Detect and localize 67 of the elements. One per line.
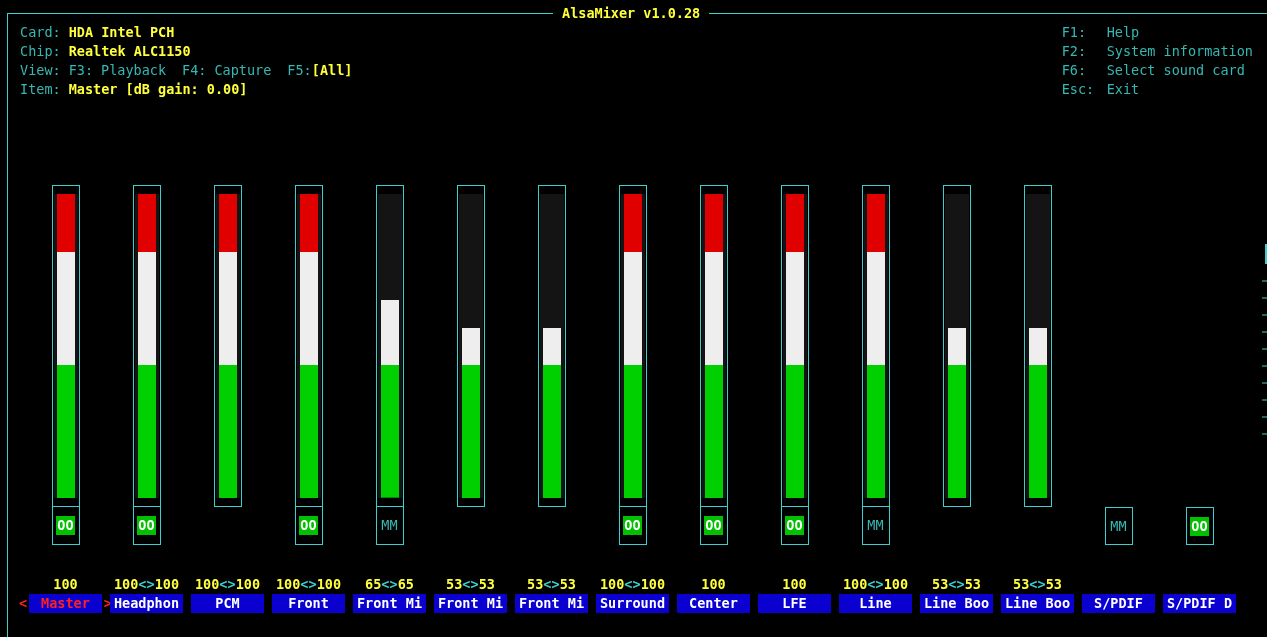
volume-reading: 100<>100 <box>275 576 341 592</box>
shortcut-key: F2: <box>1061 42 1107 61</box>
channel-name[interactable]: Front Mi <box>515 594 588 613</box>
mute-state: OO <box>299 516 318 535</box>
channel-name[interactable]: Surround <box>596 594 669 613</box>
volume-reading: 53<>53 <box>1013 576 1062 592</box>
mute-state: OO <box>56 516 75 535</box>
channel-name[interactable]: Front Mi <box>353 594 426 613</box>
channel-name[interactable]: Line Boo <box>1001 594 1074 613</box>
view-key: F5: <box>287 62 312 78</box>
channel-name[interactable]: Front Mi <box>434 594 507 613</box>
volume-reading: 100 <box>53 576 78 592</box>
info-label: Item: <box>20 81 61 97</box>
info-value: Master [dB gain: 0.00] <box>68 81 248 97</box>
shortcut-key: Esc: <box>1061 80 1107 99</box>
channel-name[interactable]: Front <box>272 594 345 613</box>
channel-name[interactable]: Line Boo <box>920 594 993 613</box>
volume-reading: 65<>65 <box>365 576 414 592</box>
mute-state: OO <box>623 516 642 535</box>
shortcut-label: System information <box>1106 43 1253 59</box>
shortcut-label: Select sound card <box>1106 62 1245 78</box>
channel-name[interactable]: LFE <box>758 594 831 613</box>
view-key: F4: <box>182 62 207 78</box>
volume-track[interactable] <box>377 194 402 498</box>
channel-name[interactable]: PCM <box>191 594 264 613</box>
mute-state: OO <box>704 516 723 535</box>
mute-state: MM <box>380 516 399 535</box>
mute-state: OO <box>1190 516 1209 536</box>
view-option[interactable]: Capture <box>214 62 272 78</box>
shortcut-label: Help <box>1106 24 1140 40</box>
volume-reading: 100<>100 <box>842 576 908 592</box>
channel-name[interactable]: Headphon <box>110 594 183 613</box>
volume-reading: 53<>53 <box>527 576 576 592</box>
info-value: Realtek ALC1150 <box>68 43 191 59</box>
volume-reading: 100<>100 <box>113 576 179 592</box>
selection-marker: < <box>19 594 28 613</box>
volume-track[interactable] <box>539 194 564 498</box>
shortcut-key: F1: <box>1061 23 1107 42</box>
info-label: Card: <box>20 24 61 40</box>
channel-name[interactable]: Line <box>839 594 912 613</box>
volume-reading: 100 <box>701 576 726 592</box>
view-option[interactable]: [All] <box>311 62 353 78</box>
mute-state: MM <box>1109 516 1128 536</box>
view-label: View: <box>20 62 61 78</box>
volume-reading: 100<>100 <box>194 576 260 592</box>
channel-name[interactable]: S/PDIF <box>1082 594 1155 613</box>
mute-state: OO <box>137 516 156 535</box>
info-value: HDA Intel PCH <box>68 24 175 40</box>
channel-name[interactable]: S/PDIF D <box>1163 594 1236 613</box>
info-label: Chip: <box>20 43 61 59</box>
mute-switch[interactable]: MM <box>1104 507 1133 545</box>
view-key: F3: <box>68 62 94 78</box>
mute-state: OO <box>785 516 804 535</box>
volume-reading: 100 <box>782 576 807 592</box>
volume-track[interactable] <box>458 194 483 498</box>
volume-reading: 53<>53 <box>932 576 981 592</box>
volume-reading: 100<>100 <box>599 576 665 592</box>
shortcut-label: Exit <box>1106 81 1140 97</box>
mute-state: MM <box>866 516 885 535</box>
volume-reading: 53<>53 <box>446 576 495 592</box>
mute-switch[interactable]: MM <box>375 507 404 545</box>
view-option[interactable]: Playback <box>101 62 167 78</box>
mute-switch[interactable]: MM <box>861 507 890 545</box>
channel-name[interactable]: Center <box>677 594 750 613</box>
volume-track[interactable] <box>944 194 969 498</box>
shortcut-key: F6: <box>1061 61 1107 80</box>
volume-track[interactable] <box>1025 194 1050 498</box>
